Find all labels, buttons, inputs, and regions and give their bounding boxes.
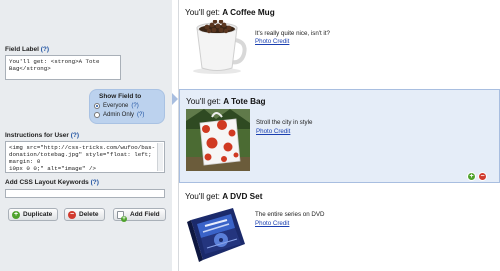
duplicate-label: Duplicate (23, 211, 53, 218)
radio-label-admin-only: Admin Only (103, 112, 135, 118)
photo-credit-link[interactable]: Photo Credit (255, 38, 289, 45)
show-field-title: Show Field to (99, 93, 142, 100)
instructions-label: Instructions for User (5, 132, 69, 139)
coffee-mug-image (185, 20, 249, 76)
duplicate-button[interactable]: + Duplicate (8, 208, 59, 221)
css-keywords-heading: Add CSS Layout Keywords (?) (5, 179, 99, 186)
add-page-icon (117, 210, 127, 222)
field-label-help-link[interactable]: (?) (41, 46, 49, 53)
css-keywords-label: Add CSS Layout Keywords (5, 179, 89, 186)
delete-button[interactable]: − Delete (64, 208, 105, 221)
item-title-prefix: You'll get: (185, 8, 223, 17)
dvd-set-image (185, 204, 249, 264)
delete-label: Delete (79, 211, 99, 218)
item-title-name: A Tote Bag (223, 97, 266, 106)
item-title-name: A Coffee Mug (222, 8, 275, 17)
add-item-icon[interactable]: + (467, 172, 476, 181)
item-description: The entire series on DVD (255, 211, 325, 218)
radio-option-everyone[interactable]: Everyone (?) (94, 103, 139, 109)
item-title: You'll get: A Tote Bag (186, 97, 266, 106)
photo-credit-link[interactable]: Photo Credit (255, 220, 289, 227)
item-description: Stroll the city in style (256, 119, 313, 126)
field-label-heading: Field Label (?) (5, 46, 49, 53)
field-label-textarea[interactable]: You'll get: <strong>A Tote Bag</strong> (5, 55, 121, 80)
photo-credit-link[interactable]: Photo Credit (256, 128, 290, 135)
instructions-help-link[interactable]: (?) (71, 132, 79, 139)
css-keywords-input[interactable] (5, 189, 165, 198)
radio-button-selected[interactable] (94, 103, 100, 109)
add-field-label: Add Field (130, 211, 160, 218)
item-title: You'll get: A DVD Set (185, 192, 262, 201)
radio-button[interactable] (94, 112, 100, 118)
field-settings-panel: Field Label (?) You'll get: <strong>A To… (0, 0, 172, 271)
item-description: It's really quite nice, isn't it? (255, 30, 330, 37)
radio-option-admin-only[interactable]: Admin Only (?) (94, 112, 144, 118)
plus-icon: + (12, 210, 20, 219)
form-field-item-selected[interactable]: You'll get: A Tote Bag Stroll the city i… (179, 89, 500, 183)
show-field-box: Show Field to Everyone (?) Admin Only (?… (89, 89, 165, 124)
radio-label-everyone: Everyone (103, 103, 129, 109)
css-keywords-help-link[interactable]: (?) (91, 179, 99, 186)
item-title-name: A DVD Set (222, 192, 263, 201)
add-field-button[interactable]: Add Field (113, 208, 166, 222)
item-title: You'll get: A Coffee Mug (185, 8, 275, 17)
admin-only-help-link[interactable]: (?) (137, 112, 144, 118)
everyone-help-link[interactable]: (?) (131, 103, 138, 109)
minus-icon: − (68, 210, 76, 219)
tote-bag-image (186, 109, 250, 171)
item-title-prefix: You'll get: (185, 192, 223, 201)
item-title-prefix: You'll get: (186, 97, 224, 106)
form-field-item[interactable]: You'll get: A DVD Set The entire series … (179, 184, 500, 271)
field-label-text: Field Label (5, 46, 39, 53)
form-field-item[interactable]: You'll get: A Coffee Mug It's really qui… (179, 0, 500, 88)
instructions-textarea[interactable]: <img src="http://css-tricks.com/wufoo/ba… (5, 141, 165, 173)
instructions-heading: Instructions for User (?) (5, 132, 79, 139)
remove-item-icon[interactable]: − (478, 172, 487, 181)
